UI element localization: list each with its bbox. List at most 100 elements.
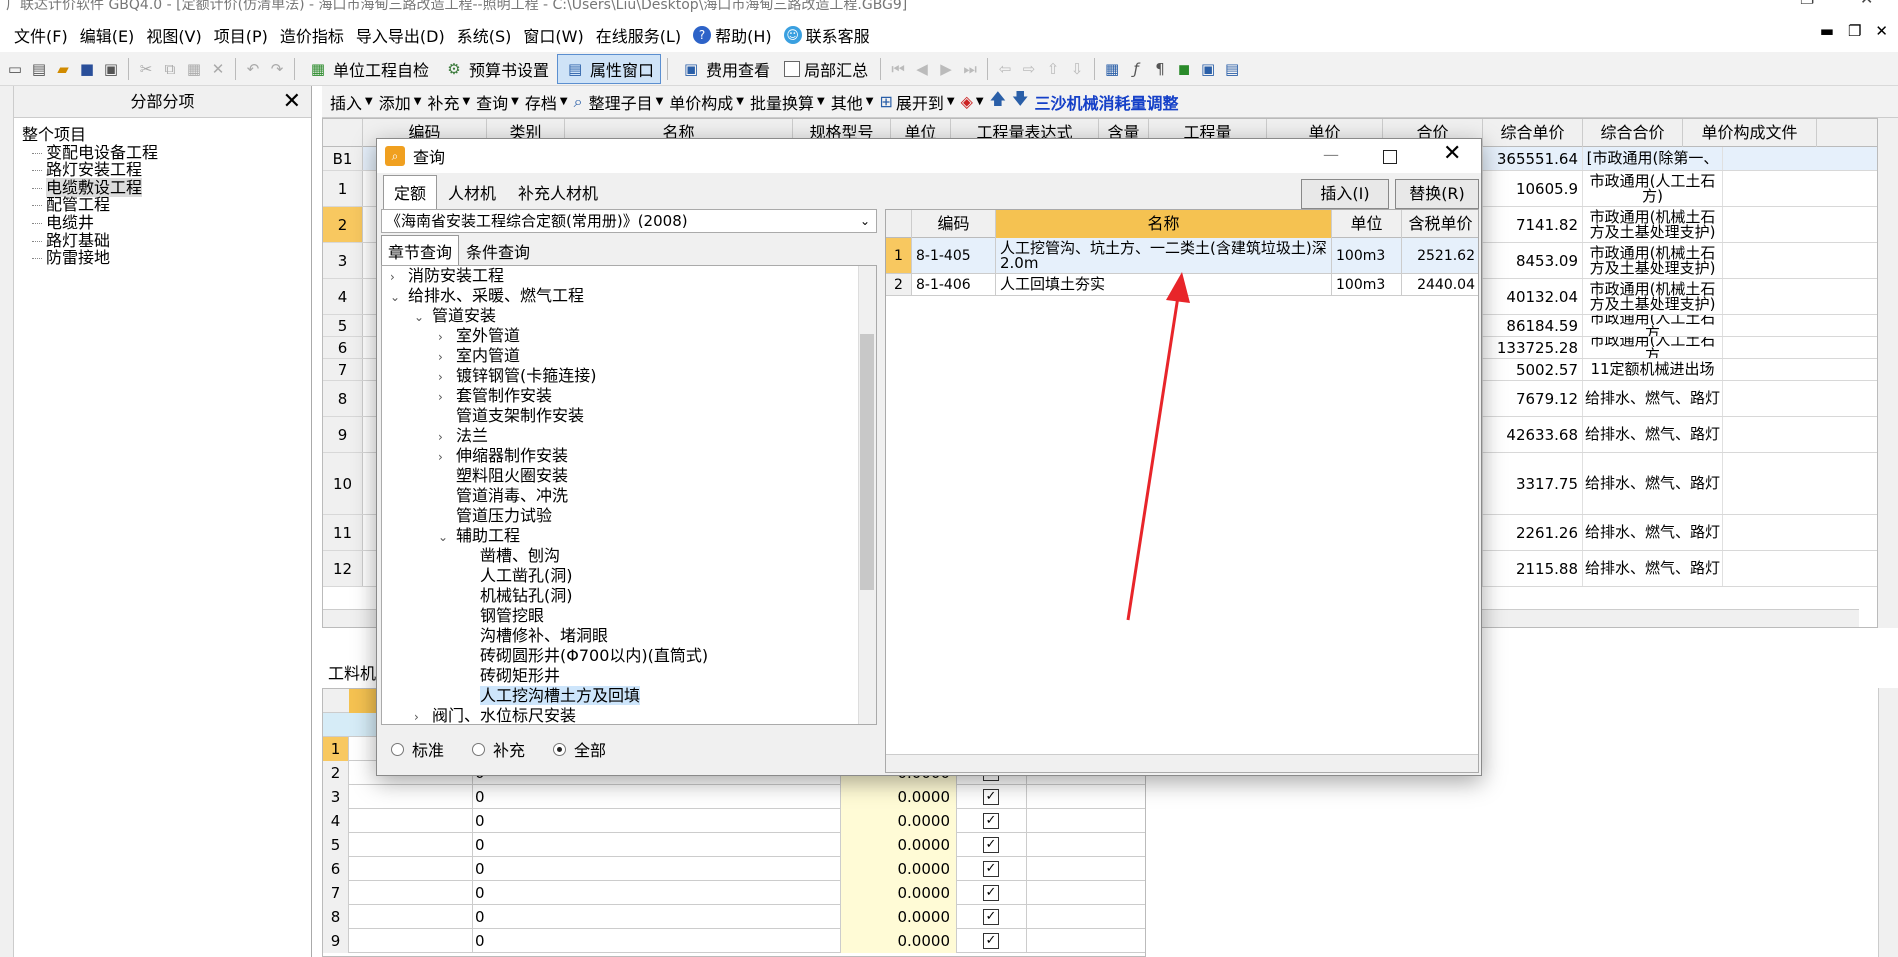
tree-node[interactable]: 凿槽、刨沟 <box>462 546 560 566</box>
redo-icon[interactable]: ↷ <box>266 58 288 80</box>
tab-labor-material-machine[interactable]: 人材机 <box>437 175 507 209</box>
column-header[interactable]: 综合合价 <box>1583 119 1683 147</box>
tree-node[interactable]: 管道支架制作安装 <box>438 406 584 426</box>
row-number[interactable]: 6 <box>323 857 349 881</box>
vertical-scrollbar[interactable] <box>1878 118 1898 628</box>
table-row[interactable]: 1 8-1-405 人工挖管沟、坑土方、一二类土(含建筑垃圾土)深2.0m 100m3… <box>886 238 1478 274</box>
expand-toggle-icon[interactable]: › <box>438 327 456 347</box>
row-number[interactable]: 7 <box>323 359 363 380</box>
tree-node[interactable]: › 镀锌钢管(卡箍连接) <box>438 366 597 386</box>
paint-color-button[interactable]: ◈ ▼ <box>961 92 984 111</box>
row-number[interactable]: 10 <box>323 453 363 514</box>
move-down-icon[interactable]: 🡇 <box>1012 88 1028 115</box>
table-row[interactable]: 9 0 0.0000 ✓ <box>323 929 1145 953</box>
tree-root-item[interactable]: 整个项目 <box>22 126 311 144</box>
table-icon[interactable]: ▤ <box>1221 58 1243 80</box>
expand-to-dropdown[interactable]: ⊞ 展开到 ▼ <box>879 90 954 114</box>
save-icon[interactable]: ■ <box>76 58 98 80</box>
calculator-icon[interactable]: ▦ <box>1101 58 1123 80</box>
mdi-restore-button[interactable]: ❐ <box>1848 22 1861 40</box>
column-header[interactable]: 名称 <box>996 210 1332 238</box>
table-row[interactable]: 5 0 0.0000 ✓ <box>323 833 1145 857</box>
expand-toggle-icon[interactable]: › <box>438 427 456 447</box>
table-row[interactable]: 8 0 0.0000 ✓ <box>323 905 1145 929</box>
supplement-dropdown[interactable]: 补充 ▼ <box>427 90 470 114</box>
close-button[interactable]: ✕ <box>1860 0 1873 7</box>
tree-item[interactable]: 配管工程 <box>22 196 311 214</box>
radio-button[interactable] <box>553 742 567 756</box>
minimize-button[interactable]: — <box>1742 0 1758 7</box>
tree-node[interactable]: 钢管挖眼 <box>462 606 544 626</box>
row-number[interactable]: 1 <box>323 171 363 206</box>
column-header[interactable]: 综合单价 <box>1483 119 1583 147</box>
sansha-machinery-adjust-link[interactable]: 三沙机械消耗量调整 <box>1034 90 1178 114</box>
tab-quota[interactable]: 定额 <box>383 175 438 209</box>
tree-node[interactable]: › 套管制作安装 <box>438 386 552 406</box>
paragraph-icon[interactable]: ¶ <box>1149 58 1171 80</box>
copy-icon[interactable]: ⧉ <box>159 58 181 80</box>
horizontal-scrollbar[interactable] <box>886 754 1478 772</box>
tab-condition-query[interactable]: 条件查询 <box>459 235 537 267</box>
tree-node[interactable]: 砖砌圆形井(Φ700以内)(直筒式) <box>462 646 708 666</box>
paste-icon[interactable]: ▦ <box>183 58 205 80</box>
tree-node[interactable]: › 室外管道 <box>438 326 520 346</box>
cell-quantity[interactable]: 0.0000 <box>841 833 957 857</box>
budget-settings-button[interactable]: ⚙ 预算书设置 <box>437 55 555 83</box>
tree-node[interactable]: › 室内管道 <box>438 346 520 366</box>
tree-node[interactable]: 管道压力试验 <box>438 506 552 526</box>
table-row[interactable]: 3 0 0.0000 ✓ <box>323 785 1145 809</box>
row-number[interactable]: 7 <box>323 881 349 905</box>
filter-radio[interactable]: 标准 <box>391 737 444 761</box>
unit-self-check-button[interactable]: ▦ 单位工程自检 <box>301 55 435 83</box>
checkbox[interactable]: ✓ <box>983 837 999 853</box>
export-icon[interactable]: ▣ <box>100 58 122 80</box>
menu-system[interactable]: 系统(S) <box>451 23 518 47</box>
tree-node[interactable]: 机械钻孔(洞) <box>462 586 573 606</box>
insert-dropdown[interactable]: 插入 ▼ <box>330 90 373 114</box>
menu-project[interactable]: 项目(P) <box>208 23 274 47</box>
checkbox[interactable]: ✓ <box>983 789 999 805</box>
expand-toggle-icon[interactable]: › <box>390 267 408 287</box>
filter-radio[interactable]: 补充 <box>472 737 525 761</box>
fee-view-button[interactable]: ▣ 费用查看 <box>674 55 776 83</box>
arrow-down-icon[interactable]: ⇩ <box>1066 58 1088 80</box>
prev-record-icon[interactable]: ◀ <box>911 58 933 80</box>
cell-quantity[interactable]: 0.0000 <box>841 809 957 833</box>
vertical-scrollbar[interactable] <box>1878 688 1898 957</box>
delete-icon[interactable]: ✕ <box>207 58 229 80</box>
row-number[interactable]: 4 <box>323 279 363 314</box>
column-header[interactable]: 单位 <box>1332 210 1402 238</box>
menu-view[interactable]: 视图(V) <box>140 23 207 47</box>
tree-vertical-scrollbar[interactable] <box>858 266 876 724</box>
arrow-up-icon[interactable]: ⇧ <box>1042 58 1064 80</box>
menu-cost-index[interactable]: 造价指标 <box>274 23 350 47</box>
table-row[interactable]: 4 0 0.0000 ✓ <box>323 809 1145 833</box>
other-dropdown[interactable]: 其他 ▼ <box>831 90 874 114</box>
close-icon[interactable]: ✕ <box>283 86 301 118</box>
checkbox[interactable]: ✓ <box>983 909 999 925</box>
new-doc-icon[interactable]: ▤ <box>28 58 50 80</box>
tab-supplement-labor-material[interactable]: 补充人材机 <box>507 175 609 209</box>
open-folder-icon[interactable]: ▰ <box>52 58 74 80</box>
row-number[interactable]: 3 <box>323 785 349 809</box>
tree-item[interactable]: 路灯基础 <box>22 231 311 250</box>
tree-node[interactable]: 沟槽修补、堵洞眼 <box>462 626 608 646</box>
expand-toggle-icon[interactable]: › <box>438 367 456 387</box>
radio-button[interactable] <box>472 742 486 756</box>
scrollbar-thumb[interactable] <box>860 334 874 590</box>
expand-toggle-icon[interactable]: ⌄ <box>390 287 408 307</box>
dialog-maximize-button[interactable] <box>1383 150 1397 164</box>
row-number[interactable]: 8 <box>323 905 349 929</box>
expand-toggle-icon[interactable]: › <box>438 347 456 367</box>
cut-icon[interactable]: ✂ <box>135 58 157 80</box>
tree-node[interactable]: › 消防安装工程 <box>390 266 504 286</box>
column-header[interactable]: 单价构成文件 <box>1683 119 1817 147</box>
column-header[interactable]: 含税单价 <box>1402 210 1478 238</box>
cell-quantity[interactable]: 0.0000 <box>841 905 957 929</box>
expand-toggle-icon[interactable]: ⌄ <box>414 307 432 327</box>
tree-node[interactable]: 塑料阻火圈安装 <box>438 466 568 486</box>
expand-toggle-icon[interactable]: › <box>438 447 456 467</box>
row-number[interactable]: 1 <box>323 737 349 761</box>
row-number[interactable]: 8 <box>323 381 363 416</box>
mdi-close-button[interactable]: ✕ <box>1875 22 1888 40</box>
